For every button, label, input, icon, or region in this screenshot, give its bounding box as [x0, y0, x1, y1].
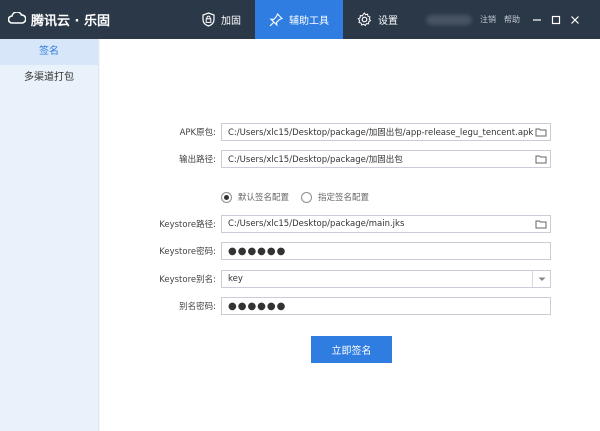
- help-link[interactable]: 帮助: [504, 14, 520, 25]
- keystore-path-value: C:/Users/xlc15/Desktop/package/main.jks: [228, 219, 405, 229]
- shield-lock-icon: [202, 12, 215, 27]
- apk-row: APK原包: C:/Users/xlc15/Desktop/package/加固…: [100, 123, 600, 141]
- gear-icon: [357, 12, 372, 27]
- title-links: 注销 帮助: [480, 0, 520, 39]
- main-nav: 加固 辅助工具 设置: [188, 0, 412, 39]
- keystore-password-value: ●●●●●●: [228, 245, 287, 257]
- logout-link[interactable]: 注销: [480, 14, 496, 25]
- main-panel: APK原包: C:/Users/xlc15/Desktop/package/加固…: [100, 39, 600, 431]
- alias-password-row: 别名密码: ●●●●●●: [100, 297, 600, 315]
- keystore-password-field[interactable]: ●●●●●●: [221, 242, 551, 260]
- keystore-password-row: Keystore密码: ●●●●●●: [100, 242, 600, 260]
- keystore-password-label: Keystore密码:: [159, 247, 216, 257]
- alias-password-value: ●●●●●●: [228, 300, 287, 312]
- radio-circle-checked: [221, 191, 232, 203]
- radio-default-config[interactable]: 默认签名配置: [221, 191, 289, 203]
- keystore-alias-row: Keystore别名: key: [100, 270, 600, 288]
- apk-path-field[interactable]: C:/Users/xlc15/Desktop/package/加固出包/app-…: [221, 123, 551, 141]
- radio-custom-config[interactable]: 指定签名配置: [301, 191, 369, 203]
- window-controls: [532, 0, 580, 39]
- brand: 腾讯云 · 乐固: [7, 0, 110, 39]
- keystore-alias-select[interactable]: key: [221, 270, 551, 288]
- output-path-field[interactable]: C:/Users/xlc15/Desktop/package/加固出包: [221, 150, 551, 168]
- pin-icon: [269, 12, 283, 27]
- alias-password-field[interactable]: ●●●●●●: [221, 297, 551, 315]
- cloud-logo-icon: [7, 11, 27, 27]
- nav-tab-protect[interactable]: 加固: [188, 0, 255, 39]
- brand-name: 腾讯云 · 乐固: [31, 14, 110, 29]
- maximize-icon[interactable]: [551, 15, 561, 25]
- output-path-value: C:/Users/xlc15/Desktop/package/加固出包: [228, 155, 403, 165]
- radio-custom-label: 指定签名配置: [318, 193, 370, 203]
- nav-tab-tools[interactable]: 辅助工具: [255, 0, 343, 39]
- folder-icon[interactable]: [532, 216, 550, 232]
- blurred-username: [426, 15, 472, 25]
- minimize-icon[interactable]: [532, 15, 542, 25]
- nav-tab-label: 辅助工具: [289, 16, 329, 27]
- folder-icon[interactable]: [532, 151, 550, 167]
- keystore-alias-value: key: [228, 274, 243, 284]
- keystore-path-row: Keystore路径: C:/Users/xlc15/Desktop/packa…: [100, 215, 600, 233]
- sidebar-item-multichannel[interactable]: 多渠道打包: [0, 65, 98, 91]
- folder-icon[interactable]: [532, 124, 550, 140]
- nav-tab-label: 设置: [378, 16, 398, 27]
- sign-now-button[interactable]: 立即签名: [311, 336, 392, 363]
- title-bar: 腾讯云 · 乐固 加固 辅助工具 设置 注销 帮助: [0, 0, 600, 39]
- apk-path-value: C:/Users/xlc15/Desktop/package/加固出包/app-…: [228, 128, 534, 138]
- radio-default-label: 默认签名配置: [238, 193, 290, 203]
- close-icon[interactable]: [570, 15, 580, 25]
- keystore-alias-label: Keystore别名:: [159, 275, 216, 285]
- radio-circle: [301, 191, 313, 203]
- keystore-path-field[interactable]: C:/Users/xlc15/Desktop/package/main.jks: [221, 215, 551, 233]
- apk-label: APK原包:: [179, 128, 216, 138]
- sidebar-item-sign[interactable]: 签名: [0, 39, 98, 65]
- nav-tab-settings[interactable]: 设置: [343, 0, 412, 39]
- output-row: 输出路径: C:/Users/xlc15/Desktop/package/加固出…: [100, 150, 600, 168]
- keystore-path-label: Keystore路径:: [159, 220, 216, 230]
- output-label: 输出路径:: [179, 155, 216, 165]
- nav-tab-label: 加固: [221, 16, 241, 27]
- sidebar: 签名 多渠道打包: [0, 39, 99, 431]
- chevron-down-icon[interactable]: [532, 271, 550, 287]
- sign-config-radios: 默认签名配置 指定签名配置: [221, 190, 369, 204]
- alias-password-label: 别名密码:: [179, 302, 216, 312]
